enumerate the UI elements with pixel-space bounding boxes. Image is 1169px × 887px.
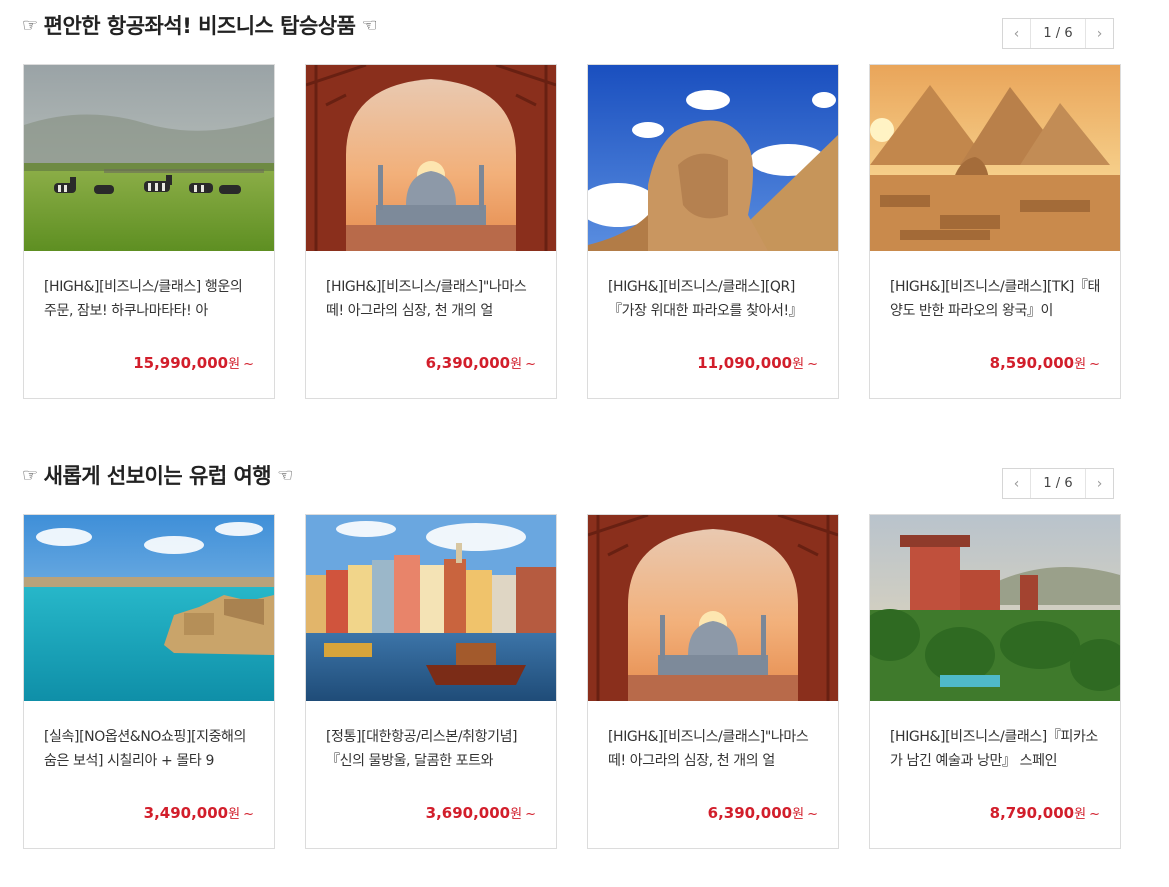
product-price: 3,690,000원 ~ xyxy=(426,803,536,822)
price-suffix: ~ xyxy=(525,357,536,372)
product-image-malta[interactable] xyxy=(24,515,274,701)
product-title[interactable]: [HIGH&][비즈니스/클래스]"나마스떼! 아그라의 심장, 천 개의 얼 xyxy=(608,725,820,773)
product-card[interactable]: [정통][대한항공/리스본/취항기념]『신의 물방울, 달콤한 포트와 3,69… xyxy=(305,514,557,849)
product-image-taj-mahal[interactable] xyxy=(306,65,556,251)
chevron-left-icon[interactable]: ‹ xyxy=(1003,19,1031,48)
price-unit: 원 xyxy=(792,807,805,822)
pointing-hand-left-icon: ☜ xyxy=(277,464,293,486)
section-title: ☞ 편안한 항공좌석! 비즈니스 탑승상품 ☜ xyxy=(22,10,383,40)
product-price: 3,490,000원 ~ xyxy=(144,803,254,822)
product-image-spain-resort[interactable] xyxy=(870,515,1120,701)
price-suffix: ~ xyxy=(243,807,254,822)
price-amount: 8,790,000 xyxy=(989,804,1075,822)
price-unit: 원 xyxy=(228,807,241,822)
price-suffix: ~ xyxy=(807,357,818,372)
product-image-zebras[interactable] xyxy=(24,65,274,251)
price-amount: 3,490,000 xyxy=(143,804,229,822)
price-unit: 원 xyxy=(510,807,523,822)
product-title[interactable]: [HIGH&][비즈니스/클래스][QR]『가장 위대한 파라오를 찾아서!』 xyxy=(608,275,820,323)
price-amount: 15,990,000 xyxy=(133,354,229,372)
product-card[interactable]: [실속][NO옵션&NO쇼핑][지중해의 숨은 보석] 시칠리아 + 몰타 9 … xyxy=(23,514,275,849)
product-price: 11,090,000원 ~ xyxy=(697,353,818,372)
product-card-list: [실속][NO옵션&NO쇼핑][지중해의 숨은 보석] 시칠리아 + 몰타 9 … xyxy=(23,514,1123,849)
price-amount: 3,690,000 xyxy=(425,804,511,822)
page-counter: 1 / 6 xyxy=(1043,476,1073,491)
product-card[interactable]: [HIGH&][비즈니스/클래스] 행운의 주문, 잠보! 하쿠나마타타! 아 … xyxy=(23,64,275,399)
product-title[interactable]: [HIGH&][비즈니스/클래스][TK]『태양도 반한 파라오의 왕국』이 xyxy=(890,275,1102,323)
product-image-porto[interactable] xyxy=(306,515,556,701)
price-amount: 6,390,000 xyxy=(425,354,511,372)
product-price: 8,790,000원 ~ xyxy=(990,803,1100,822)
price-amount: 11,090,000 xyxy=(697,354,793,372)
price-unit: 원 xyxy=(1074,807,1087,822)
product-price: 8,590,000원 ~ xyxy=(990,353,1100,372)
pointing-hand-right-icon: ☞ xyxy=(22,464,38,486)
product-card[interactable]: [HIGH&][비즈니스/클래스]"나마스떼! 아그라의 심장, 천 개의 얼 … xyxy=(305,64,557,399)
price-unit: 원 xyxy=(510,357,523,372)
section-title: ☞ 새롭게 선보이는 유럽 여행 ☜ xyxy=(22,460,299,490)
product-title[interactable]: [정통][대한항공/리스본/취항기념]『신의 물방울, 달콤한 포트와 xyxy=(326,725,538,773)
product-image-sphinx[interactable] xyxy=(588,65,838,251)
price-unit: 원 xyxy=(792,357,805,372)
price-suffix: ~ xyxy=(525,807,536,822)
section-title-text: 새롭게 선보이는 유럽 여행 xyxy=(43,464,272,488)
product-price: 15,990,000원 ~ xyxy=(133,353,254,372)
price-suffix: ~ xyxy=(807,807,818,822)
product-card[interactable]: [HIGH&][비즈니스/클래스][QR]『가장 위대한 파라오를 찾아서!』 … xyxy=(587,64,839,399)
price-suffix: ~ xyxy=(1089,357,1100,372)
pointing-hand-left-icon: ☜ xyxy=(361,14,378,36)
product-image-pyramids[interactable] xyxy=(870,65,1120,251)
product-image-taj-mahal[interactable] xyxy=(588,515,838,701)
product-title[interactable]: [HIGH&][비즈니스/클래스]"나마스떼! 아그라의 심장, 천 개의 얼 xyxy=(326,275,538,323)
product-title[interactable]: [실속][NO옵션&NO쇼핑][지중해의 숨은 보석] 시칠리아 + 몰타 9 xyxy=(44,725,256,773)
product-card[interactable]: [HIGH&][비즈니스/클래스]『피카소가 남긴 예술과 낭만』 스페인 8,… xyxy=(869,514,1121,849)
product-card[interactable]: [HIGH&][비즈니스/클래스][TK]『태양도 반한 파라오의 왕국』이 8… xyxy=(869,64,1121,399)
product-title[interactable]: [HIGH&][비즈니스/클래스] 행운의 주문, 잠보! 하쿠나마타타! 아 xyxy=(44,275,256,323)
price-amount: 8,590,000 xyxy=(989,354,1075,372)
product-title[interactable]: [HIGH&][비즈니스/클래스]『피카소가 남긴 예술과 낭만』 스페인 xyxy=(890,725,1102,773)
price-suffix: ~ xyxy=(243,357,254,372)
pointing-hand-right-icon: ☞ xyxy=(22,14,38,36)
chevron-left-icon[interactable]: ‹ xyxy=(1003,469,1031,498)
page-counter: 1 / 6 xyxy=(1043,26,1073,41)
carousel-pager: ‹ 1 / 6 › xyxy=(1002,468,1114,499)
price-unit: 원 xyxy=(228,357,241,372)
product-card[interactable]: [HIGH&][비즈니스/클래스]"나마스떼! 아그라의 심장, 천 개의 얼 … xyxy=(587,514,839,849)
chevron-right-icon[interactable]: › xyxy=(1085,19,1113,48)
price-unit: 원 xyxy=(1074,357,1087,372)
chevron-right-icon[interactable]: › xyxy=(1085,469,1113,498)
price-suffix: ~ xyxy=(1089,807,1100,822)
carousel-pager: ‹ 1 / 6 › xyxy=(1002,18,1114,49)
price-amount: 6,390,000 xyxy=(707,804,793,822)
product-card-list: [HIGH&][비즈니스/클래스] 행운의 주문, 잠보! 하쿠나마타타! 아 … xyxy=(23,64,1123,399)
product-price: 6,390,000원 ~ xyxy=(426,353,536,372)
section-title-text: 편안한 항공좌석! 비즈니스 탑승상품 xyxy=(43,14,356,38)
product-price: 6,390,000원 ~ xyxy=(708,803,818,822)
